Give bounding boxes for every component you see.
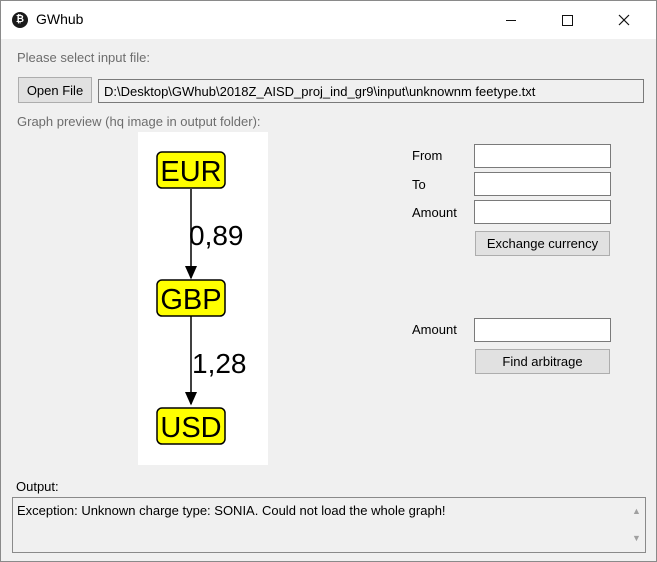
maximize-button[interactable] [544,1,590,39]
node-gbp-label: GBP [160,284,221,316]
minimize-button[interactable] [488,1,534,39]
bitcoin-icon: ₿ [12,12,28,28]
to-input[interactable] [474,172,611,196]
minimize-icon [506,19,516,21]
select-file-label: Please select input file: [17,50,150,65]
to-label: To [412,177,426,192]
exchange-amount-label: Amount [412,205,457,220]
arbitrage-amount-input[interactable] [474,318,611,342]
from-input[interactable] [474,144,611,168]
window-title: GWhub [36,11,84,27]
node-eur-label: EUR [160,156,221,188]
file-path-field[interactable]: D:\Desktop\GWhub\2018Z_AISD_proj_ind_gr9… [98,79,644,103]
output-label: Output: [16,479,59,494]
app-window: ₿ GWhub Please select input file: Open F… [0,0,657,562]
exchange-amount-input[interactable] [474,200,611,224]
exchange-currency-button[interactable]: Exchange currency [475,231,610,256]
maximize-icon [561,14,573,26]
graph-preview: EUR GBP USD 0,89 1,28 [138,132,268,465]
title-bar[interactable]: ₿ GWhub [1,1,656,39]
scroll-up-icon[interactable]: ▲ [631,506,642,517]
close-icon [618,14,630,26]
output-scrollbar[interactable]: ▲ ▼ [628,498,645,552]
graph-preview-label: Graph preview (hq image in output folder… [17,114,261,129]
node-usd-label: USD [160,412,221,444]
open-file-button[interactable]: Open File [18,77,92,103]
edge-gbp-usd-label: 1,28 [192,348,247,379]
find-arbitrage-button[interactable]: Find arbitrage [475,349,610,374]
output-textbox[interactable]: Exception: Unknown charge type: SONIA. C… [12,497,646,553]
close-button[interactable] [601,1,647,39]
output-text: Exception: Unknown charge type: SONIA. C… [17,503,446,518]
arbitrage-amount-label: Amount [412,322,457,337]
from-label: From [412,148,443,163]
scroll-down-icon[interactable]: ▼ [631,533,642,544]
edge-eur-gbp-label: 0,89 [189,220,244,251]
